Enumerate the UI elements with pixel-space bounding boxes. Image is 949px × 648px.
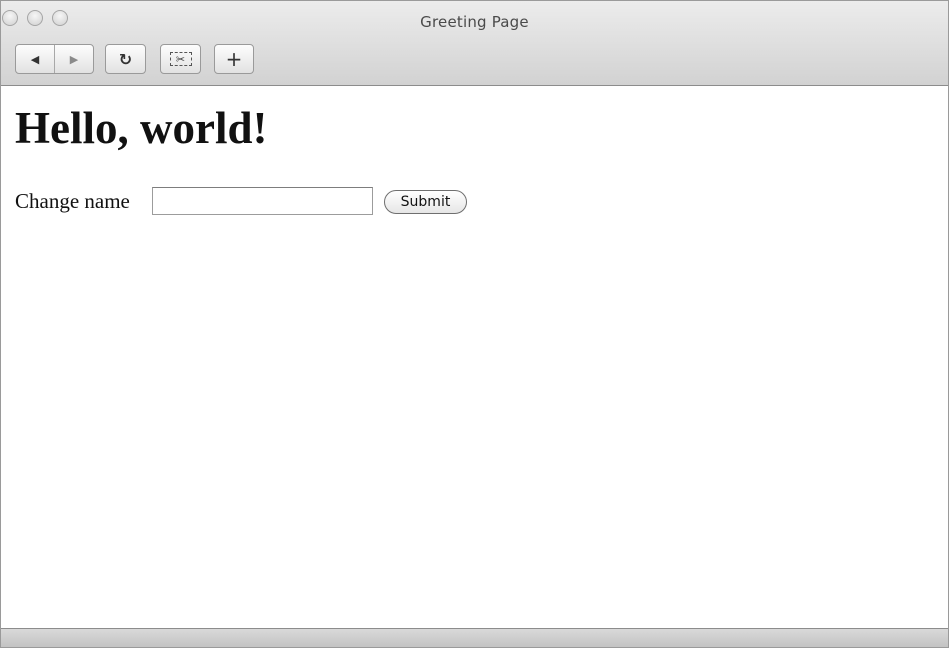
window-chrome: Greeting Page ◀ ▶ ↻ ✂ + (1, 1, 948, 86)
plus-icon: + (225, 47, 243, 71)
scissors-glyph: ✂ (175, 53, 186, 66)
back-button[interactable]: ◀ (16, 45, 55, 73)
name-input[interactable] (152, 187, 373, 215)
window-title: Greeting Page (420, 13, 529, 31)
status-bar (1, 628, 948, 647)
page-heading: Hello, world! (15, 103, 268, 153)
forward-button[interactable]: ▶ (55, 45, 93, 73)
back-forward-group: ◀ ▶ (15, 44, 94, 74)
forward-arrow-icon: ▶ (69, 52, 79, 66)
scissors-icon: ✂ (169, 52, 192, 66)
web-clip-button[interactable]: ✂ (160, 44, 201, 74)
reload-icon: ↻ (118, 49, 133, 69)
page-content: Hello, world! Change name Submit (1, 86, 948, 628)
back-arrow-icon: ◀ (30, 52, 40, 66)
change-name-label: Change name (15, 189, 130, 213)
submit-button[interactable]: Submit (384, 190, 467, 214)
add-bookmark-button[interactable]: + (214, 44, 254, 74)
browser-window: Greeting Page ◀ ▶ ↻ ✂ + Hello, world! Ch… (0, 0, 949, 648)
reload-button[interactable]: ↻ (105, 44, 146, 74)
